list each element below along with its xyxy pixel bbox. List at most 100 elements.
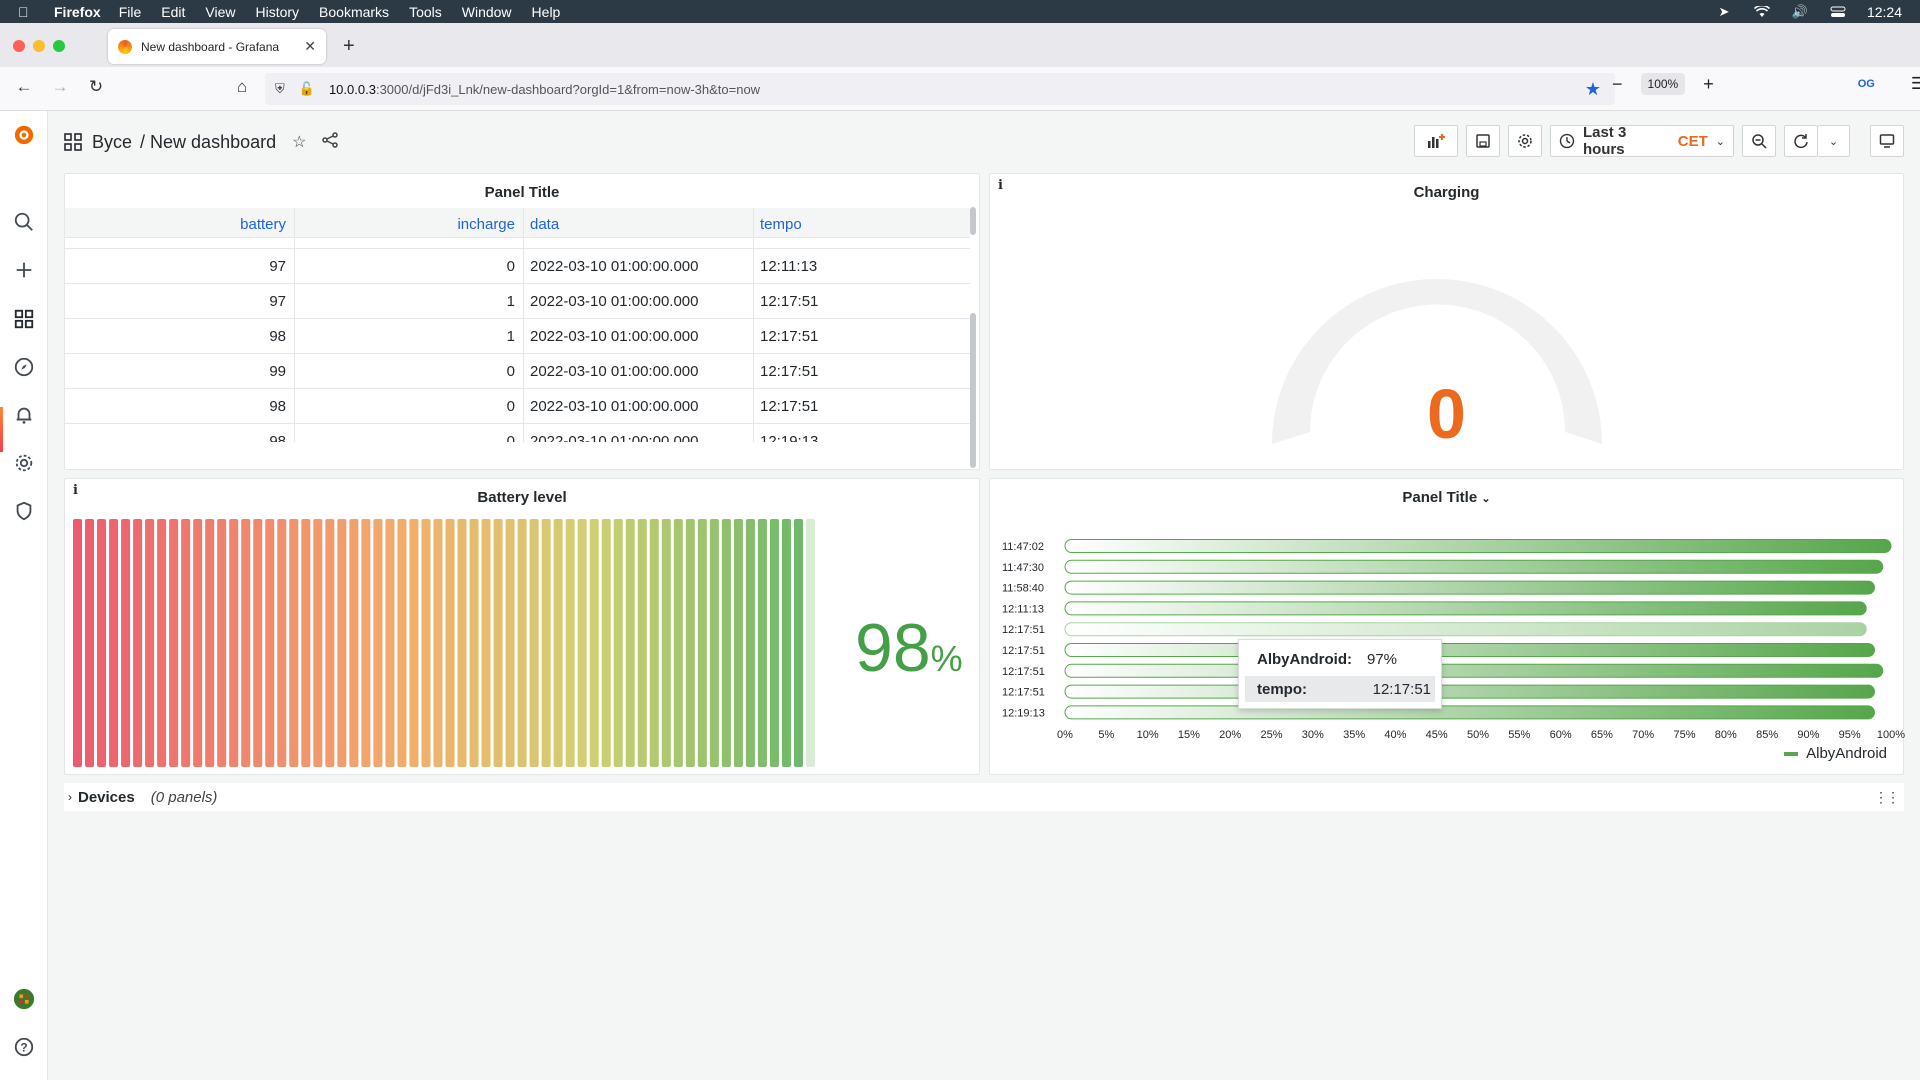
menu-window[interactable]: Window — [462, 4, 512, 20]
drag-handle-icon[interactable]: ⋮⋮ — [1874, 789, 1900, 806]
location-icon[interactable]: ➤ — [1715, 4, 1733, 19]
row-title[interactable]: Devices — [78, 789, 135, 806]
window-zoom-button[interactable] — [53, 40, 65, 52]
table-scrollbar[interactable] — [968, 207, 978, 469]
share-icon[interactable] — [322, 131, 339, 153]
gauge-cell — [493, 519, 503, 767]
cycle-view-mode-button[interactable] — [1870, 125, 1904, 157]
bar[interactable] — [1064, 705, 1875, 720]
column-header-data[interactable]: data — [524, 208, 754, 237]
gauge-cell — [697, 519, 707, 767]
bar-chart-panel[interactable]: Panel Title ⌄ 11:47:02 11:47:30 11:58:40 12… — [989, 478, 1905, 775]
menu-bookmarks[interactable]: Bookmarks — [319, 4, 389, 20]
menu-file[interactable]: File — [119, 4, 142, 20]
browser-tab[interactable]: New dashboard - Grafana ✕ — [108, 29, 326, 64]
alerting-bell-icon[interactable] — [12, 403, 36, 427]
control-center-icon[interactable] — [1829, 5, 1847, 19]
explore-compass-icon[interactable] — [12, 355, 36, 379]
hamburger-menu-icon[interactable]: ☰ — [1911, 74, 1920, 94]
window-close-button[interactable] — [13, 40, 25, 52]
bar[interactable] — [1064, 663, 1884, 678]
zoom-out-button[interactable]: − — [1612, 74, 1623, 95]
menu-history[interactable]: History — [255, 4, 299, 20]
panel-title[interactable]: Battery level — [65, 489, 979, 506]
menubar-clock[interactable]: 12:24 — [1867, 4, 1902, 20]
shield-icon[interactable]: ⛨ — [275, 81, 285, 97]
reload-icon[interactable]: ↻ — [84, 77, 108, 97]
refresh-interval-dropdown[interactable]: ⌄ — [1818, 125, 1850, 157]
folder-link[interactable]: Byce — [92, 132, 132, 153]
table-row[interactable]: 97 1 2022-03-10 01:00:00.000 12:17:51 — [65, 283, 970, 319]
app-menu[interactable]: Firefox — [54, 4, 101, 20]
gauge-cell — [541, 519, 551, 767]
home-icon[interactable]: ⌂ — [230, 77, 254, 97]
panel-title[interactable]: Panel Title — [65, 184, 979, 201]
gauge-cell — [553, 519, 563, 767]
create-plus-icon[interactable] — [12, 258, 36, 282]
server-admin-shield-icon[interactable] — [12, 499, 36, 523]
scrollbar-thumb[interactable] — [970, 313, 976, 468]
user-avatar[interactable] — [12, 987, 36, 1011]
table-row[interactable]: 99 0 2022-03-10 01:00:00.000 12:17:51 — [65, 353, 970, 389]
zoom-out-time-button[interactable] — [1742, 125, 1776, 157]
table-row[interactable]: 98 1 2022-03-10 01:00:00.000 12:17:51 — [65, 318, 970, 354]
window-minimize-button[interactable] — [33, 40, 45, 52]
bar[interactable] — [1064, 684, 1875, 699]
bar[interactable] — [1064, 601, 1867, 616]
bar[interactable] — [1064, 539, 1892, 553]
help-icon[interactable]: ? — [12, 1035, 36, 1059]
menu-view[interactable]: View — [205, 4, 235, 20]
time-range-picker[interactable]: Last 3 hours CET ⌄ — [1550, 124, 1734, 158]
menu-help[interactable]: Help — [532, 4, 561, 20]
table-row[interactable]: 98 0 2022-03-10 01:00:00.000 12:17:51 — [65, 388, 970, 424]
table-row[interactable]: 97 0 2022-03-10 01:00:00.000 12:11:13 — [65, 248, 970, 284]
new-tab-button[interactable]: + — [343, 35, 355, 58]
url-bar[interactable]: ⛨ 🔓 10.0.0.3 :3000/d/jFd3i_Lnk/new-dashb… — [265, 73, 1615, 105]
gauge-cell — [325, 519, 335, 767]
wifi-icon[interactable] — [1753, 5, 1771, 19]
add-panel-button[interactable] — [1414, 125, 1458, 157]
gauge-cell — [529, 519, 539, 767]
menu-tools[interactable]: Tools — [409, 4, 442, 20]
zoom-in-button[interactable]: + — [1703, 74, 1714, 95]
column-header-tempo[interactable]: tempo — [754, 208, 970, 237]
column-header-battery[interactable]: battery — [65, 208, 295, 237]
gauge-cell — [373, 519, 383, 767]
column-header-incharge[interactable]: incharge — [295, 208, 524, 237]
charging-gauge-panel[interactable]: i Charging 0 — [989, 173, 1904, 470]
volume-icon[interactable]: 🔊 — [1791, 4, 1809, 19]
forward-icon[interactable]: → — [48, 77, 72, 97]
tab-close-icon[interactable]: ✕ — [304, 38, 316, 55]
chevron-right-icon[interactable]: › — [68, 790, 72, 804]
bookmark-star-icon[interactable]: ★ — [1585, 79, 1601, 100]
refresh-button[interactable] — [1784, 125, 1818, 157]
table-panel[interactable]: Panel Title battery incharge data tempo … — [64, 173, 980, 470]
zoom-level[interactable]: 100% — [1640, 73, 1686, 95]
apple-menu-icon[interactable]:  — [18, 4, 42, 20]
lock-icon[interactable]: 🔓 — [299, 81, 315, 97]
dashboard-settings-button[interactable] — [1508, 125, 1542, 157]
battery-level-panel[interactable]: i Battery level 98% — [64, 478, 980, 775]
bar[interactable] — [1064, 580, 1875, 595]
grafana-logo-icon[interactable] — [12, 123, 36, 147]
back-icon[interactable]: ← — [12, 77, 36, 97]
dashboards-icon[interactable] — [12, 307, 36, 331]
table-row[interactable]: 98 0 2022-03-10 01:00:00.000 12:19:13 — [65, 423, 970, 442]
configuration-gear-icon[interactable] — [12, 451, 36, 475]
dashboard-title[interactable]: / New dashboard — [140, 132, 276, 153]
gauge-cell — [97, 519, 107, 767]
bar[interactable] — [1064, 559, 1884, 574]
favorite-star-icon[interactable]: ☆ — [292, 132, 306, 152]
gauge-cell — [73, 519, 83, 767]
gauge-cell — [577, 519, 587, 767]
bar[interactable] — [1064, 643, 1875, 657]
chart-legend[interactable]: AlbyAndroid — [1784, 745, 1887, 762]
search-icon[interactable] — [12, 210, 36, 234]
bar[interactable] — [1064, 622, 1867, 637]
table-row[interactable]: 9802022-03-10 01:00:00.00011:58:40 — [65, 238, 970, 249]
save-dashboard-button[interactable] — [1466, 125, 1500, 157]
menu-edit[interactable]: Edit — [161, 4, 185, 20]
devices-row[interactable]: › Devices (0 panels) ⋮⋮ — [64, 783, 1904, 811]
extension-icon[interactable]: OG — [1858, 78, 1875, 90]
scrollbar-thumb-header[interactable] — [970, 207, 976, 235]
